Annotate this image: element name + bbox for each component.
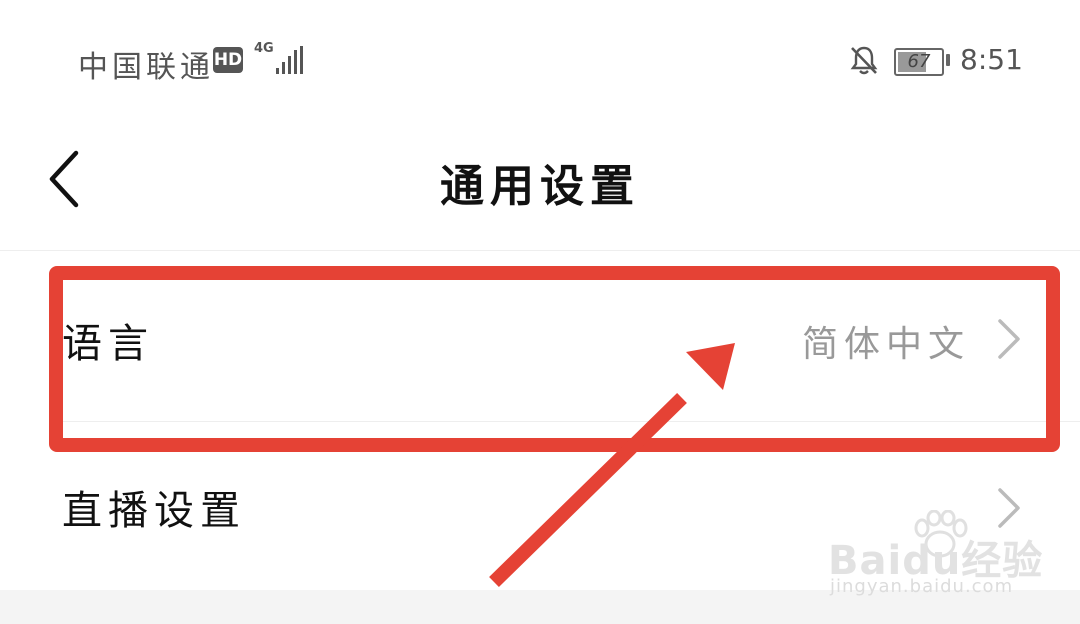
arrow-annotation — [489, 343, 735, 588]
